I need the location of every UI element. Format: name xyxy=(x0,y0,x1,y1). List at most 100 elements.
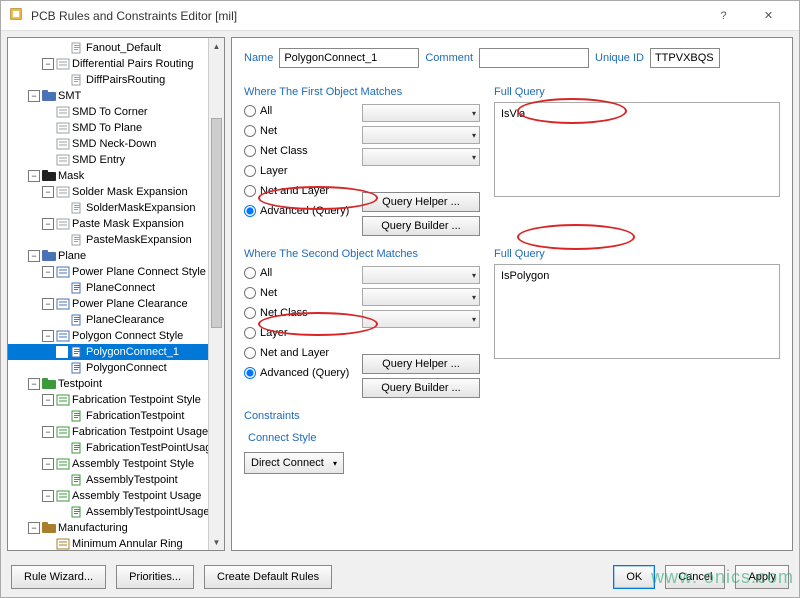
combo-all-2[interactable]: ▾ xyxy=(362,266,480,284)
combo-net-2[interactable]: ▾ xyxy=(362,288,480,306)
collapse-icon[interactable]: − xyxy=(42,58,54,70)
radio-input[interactable] xyxy=(244,105,256,117)
first-query-box[interactable]: IsVia xyxy=(494,102,780,197)
tree-row[interactable]: Fanout_Default xyxy=(8,40,224,56)
tree-row[interactable]: −Power Plane Clearance xyxy=(8,296,224,312)
collapse-icon[interactable]: − xyxy=(42,266,54,278)
query-builder-2-button[interactable]: Query Builder ... xyxy=(362,378,480,398)
collapse-icon[interactable]: − xyxy=(28,522,40,534)
combo-netclass-2[interactable]: ▾ xyxy=(362,310,480,328)
tree-row[interactable]: −Testpoint xyxy=(8,376,224,392)
radio-net[interactable]: Net xyxy=(244,284,354,301)
ok-button[interactable]: OK xyxy=(613,565,655,589)
radio-layer[interactable]: Layer xyxy=(244,162,354,179)
tree-row[interactable]: −Power Plane Connect Style xyxy=(8,264,224,280)
tree-row[interactable]: −SMT xyxy=(8,88,224,104)
radio-input[interactable] xyxy=(244,287,256,299)
tree-row[interactable]: SMD Neck-Down xyxy=(8,136,224,152)
radio-advanced-query-[interactable]: Advanced (Query) xyxy=(244,202,354,219)
radio-advanced-query-[interactable]: Advanced (Query) xyxy=(244,364,354,381)
tree-row[interactable]: PolygonConnect_1 xyxy=(8,344,224,360)
tree-row[interactable]: PlaneClearance xyxy=(8,312,224,328)
radio-input[interactable] xyxy=(244,165,256,177)
tree-row[interactable]: DiffPairsRouting xyxy=(8,72,224,88)
query-helper-1-button[interactable]: Query Helper ... xyxy=(362,192,480,212)
collapse-icon[interactable]: − xyxy=(42,298,54,310)
tree-scrollbar[interactable]: ▲ ▼ xyxy=(208,38,224,550)
tree-row[interactable]: FabricationTestPointUsage xyxy=(8,440,224,456)
tree-row[interactable]: −Plane xyxy=(8,248,224,264)
tree-row[interactable]: Minimum Annular Ring xyxy=(8,536,224,550)
radio-input[interactable] xyxy=(244,307,256,319)
tree-row[interactable]: −Paste Mask Expansion xyxy=(8,216,224,232)
collapse-icon[interactable]: − xyxy=(42,426,54,438)
radio-net[interactable]: Net xyxy=(244,122,354,139)
combo-net-1[interactable]: ▾ xyxy=(362,126,480,144)
query-helper-2-button[interactable]: Query Helper ... xyxy=(362,354,480,374)
tree-row[interactable]: PolygonConnect xyxy=(8,360,224,376)
tree-row[interactable]: −Mask xyxy=(8,168,224,184)
tree-row[interactable]: −Manufacturing xyxy=(8,520,224,536)
collapse-icon[interactable]: − xyxy=(42,458,54,470)
tree-row[interactable]: AssemblyTestpointUsage xyxy=(8,504,224,520)
create-default-rules-button[interactable]: Create Default Rules xyxy=(204,565,332,589)
radio-input[interactable] xyxy=(244,367,256,379)
tree-row[interactable]: −Solder Mask Expansion xyxy=(8,184,224,200)
tree-row[interactable]: PlaneConnect xyxy=(8,280,224,296)
radio-input[interactable] xyxy=(244,347,256,359)
rule-wizard-button[interactable]: Rule Wizard... xyxy=(11,565,106,589)
cancel-button[interactable]: Cancel xyxy=(665,565,725,589)
tree-row[interactable]: −Polygon Connect Style xyxy=(8,328,224,344)
collapse-icon[interactable]: − xyxy=(42,186,54,198)
tree-row[interactable]: −Assembly Testpoint Style xyxy=(8,456,224,472)
radio-input[interactable] xyxy=(244,327,256,339)
collapse-icon[interactable]: − xyxy=(42,218,54,230)
radio-net-and-layer[interactable]: Net and Layer xyxy=(244,344,354,361)
combo-netclass-1[interactable]: ▾ xyxy=(362,148,480,166)
tree-row[interactable]: AssemblyTestpoint xyxy=(8,472,224,488)
query-builder-1-button[interactable]: Query Builder ... xyxy=(362,216,480,236)
comment-input[interactable] xyxy=(479,48,589,68)
second-query-box[interactable]: IsPolygon xyxy=(494,264,780,359)
apply-button[interactable]: Apply xyxy=(735,565,789,589)
radio-input[interactable] xyxy=(244,267,256,279)
uniqueid-input[interactable] xyxy=(650,48,720,68)
radio-all[interactable]: All xyxy=(244,102,354,119)
name-input[interactable] xyxy=(279,48,419,68)
priorities-button[interactable]: Priorities... xyxy=(116,565,194,589)
collapse-icon[interactable]: − xyxy=(28,250,40,262)
tree-row[interactable]: SMD To Plane xyxy=(8,120,224,136)
radio-input[interactable] xyxy=(244,205,256,217)
tree-row[interactable]: −Fabrication Testpoint Usage xyxy=(8,424,224,440)
radio-net-class[interactable]: Net Class xyxy=(244,142,354,159)
tree-row[interactable]: SMD Entry xyxy=(8,152,224,168)
help-button[interactable]: ? xyxy=(701,1,746,31)
radio-layer[interactable]: Layer xyxy=(244,324,354,341)
radio-all[interactable]: All xyxy=(244,264,354,281)
tree-row[interactable]: FabricationTestpoint xyxy=(8,408,224,424)
radio-input[interactable] xyxy=(244,185,256,197)
close-button[interactable]: ✕ xyxy=(746,1,791,31)
radio-input[interactable] xyxy=(244,145,256,157)
collapse-icon[interactable]: − xyxy=(42,490,54,502)
rules-tree[interactable]: Fanout_Default−Differential Pairs Routin… xyxy=(8,38,224,550)
combo-all-1[interactable]: ▾ xyxy=(362,104,480,122)
tree-row[interactable]: −Differential Pairs Routing xyxy=(8,56,224,72)
radio-input[interactable] xyxy=(244,125,256,137)
radio-net-and-layer[interactable]: Net and Layer xyxy=(244,182,354,199)
collapse-icon[interactable]: − xyxy=(28,378,40,390)
connect-style-select[interactable]: Direct Connect ▾ xyxy=(244,452,344,474)
collapse-icon[interactable]: − xyxy=(42,330,54,342)
tree-row[interactable]: SMD To Corner xyxy=(8,104,224,120)
collapse-icon[interactable]: − xyxy=(28,90,40,102)
tree-row[interactable]: PasteMaskExpansion xyxy=(8,232,224,248)
scroll-down-icon[interactable]: ▼ xyxy=(209,534,224,550)
tree-row[interactable]: −Fabrication Testpoint Style xyxy=(8,392,224,408)
radio-net-class[interactable]: Net Class xyxy=(244,304,354,321)
scroll-up-icon[interactable]: ▲ xyxy=(209,38,224,54)
tree-row[interactable]: SolderMaskExpansion xyxy=(8,200,224,216)
collapse-icon[interactable]: − xyxy=(28,170,40,182)
tree-row[interactable]: −Assembly Testpoint Usage xyxy=(8,488,224,504)
collapse-icon[interactable]: − xyxy=(42,394,54,406)
scroll-thumb[interactable] xyxy=(211,118,222,328)
